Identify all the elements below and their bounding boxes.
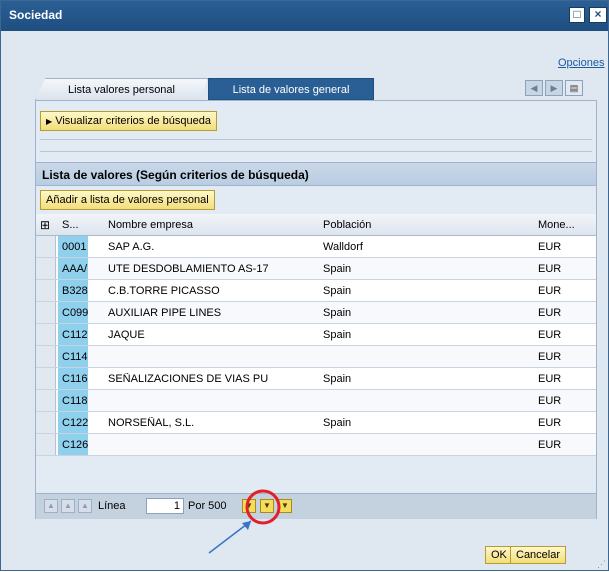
highlight-circle	[245, 489, 281, 525]
cancel-button[interactable]: Cancelar	[510, 546, 567, 564]
arrow-head	[242, 521, 251, 530]
dialog-window: Sociedad □ × Opciones Lista valores pers…	[0, 0, 609, 571]
annotation-overlay	[208, 489, 281, 554]
resize-grip-icon[interactable]: ⋰	[597, 559, 606, 569]
ok-button[interactable]: OK	[485, 546, 513, 564]
